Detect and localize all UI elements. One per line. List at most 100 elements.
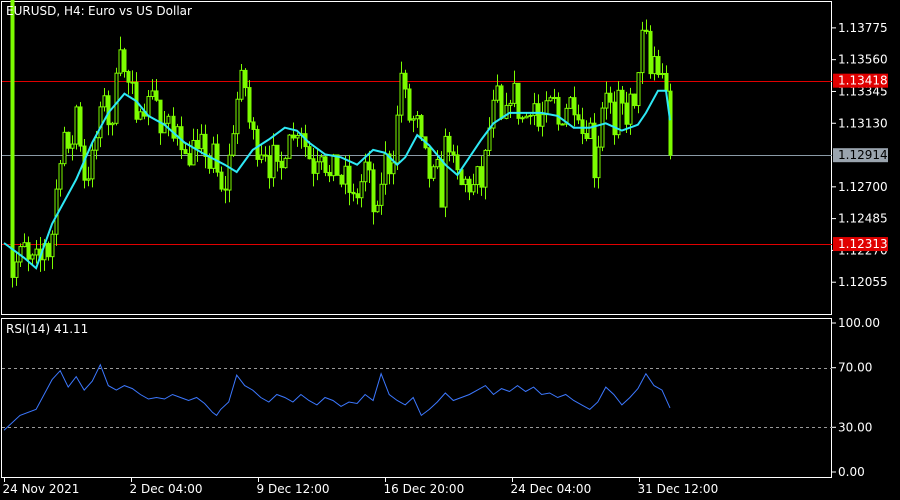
- candle-body: [199, 133, 204, 150]
- candle-body: [271, 144, 276, 179]
- support-price-label: 1.12313: [838, 237, 888, 251]
- candle-body: [307, 146, 312, 160]
- candle-body: [26, 242, 31, 260]
- candle-body: [548, 97, 553, 102]
- candle-body: [508, 102, 513, 106]
- candle-body: [191, 139, 196, 166]
- candle-body: [183, 149, 188, 155]
- candle-body: [383, 153, 388, 185]
- candle-body: [351, 191, 356, 195]
- candle-body: [251, 121, 256, 130]
- price-tick-label: 1.12055: [838, 275, 888, 289]
- candle-body: [467, 178, 472, 193]
- candle-body: [126, 71, 131, 83]
- candle-body: [520, 117, 525, 120]
- price-tick-label: 1.12485: [838, 212, 888, 226]
- candle-body: [556, 96, 561, 125]
- candle-body: [195, 139, 200, 150]
- candle-body: [395, 114, 400, 164]
- rsi-tick-label: 70.00: [838, 361, 872, 375]
- candle-body: [499, 85, 504, 119]
- candle-body: [544, 100, 549, 116]
- candle-body: [98, 106, 103, 139]
- candle-body: [275, 144, 280, 162]
- rsi-tick-label: 30.00: [838, 420, 872, 434]
- candle-body: [78, 106, 83, 147]
- candle-body: [624, 102, 629, 125]
- candle-body: [215, 143, 220, 173]
- candle-body: [415, 115, 420, 120]
- candle-body: [403, 72, 408, 90]
- candle-body: [628, 93, 633, 125]
- candle-body: [267, 155, 272, 179]
- candle-body: [347, 165, 352, 193]
- candle-body: [644, 29, 649, 32]
- candle-body: [431, 166, 436, 179]
- symbol-label: EURUSD, H4:: [6, 4, 85, 18]
- candle-body: [255, 128, 260, 160]
- candle-body: [10, 0, 15, 278]
- current-price-label: 1.12914: [838, 148, 888, 162]
- candle-body: [14, 261, 19, 278]
- candle-body: [540, 114, 545, 127]
- candle-body: [371, 169, 376, 213]
- candle-body: [58, 163, 63, 190]
- candle-body: [295, 134, 300, 139]
- candle-body: [259, 154, 264, 160]
- rsi-tick-label: 100.00: [838, 316, 880, 330]
- candle-body: [399, 72, 404, 116]
- candle-body: [339, 174, 344, 185]
- candle-body: [315, 161, 320, 174]
- candle-body: [528, 114, 533, 117]
- candle-body: [568, 97, 573, 109]
- candle-body: [355, 193, 360, 199]
- rsi-title: RSI(14) 41.11: [6, 322, 88, 336]
- candle-body: [640, 29, 645, 74]
- candle-body: [46, 243, 51, 258]
- candle-body: [74, 106, 79, 145]
- candle-body: [219, 171, 224, 190]
- candle-body: [359, 181, 364, 199]
- candle-body: [227, 154, 232, 191]
- candle-body: [588, 122, 593, 139]
- resistance-price-label: 1.13418: [838, 74, 888, 88]
- candle-body: [70, 143, 75, 149]
- candle-body: [34, 248, 39, 256]
- candle-body: [86, 178, 91, 181]
- candle-body: [279, 160, 284, 169]
- trading-chart[interactable]: EURUSD, H4: Euro vs US Dollar RSI(14) 41…: [0, 0, 900, 500]
- candle-body: [323, 156, 328, 173]
- time-tick-label: 2 Dec 04:00: [130, 482, 203, 496]
- candle-body: [62, 131, 67, 165]
- rsi-tick-label: 0.00: [838, 465, 865, 479]
- candle-body: [187, 153, 192, 166]
- candle-body: [90, 149, 95, 180]
- candle-body: [291, 134, 296, 139]
- candle-body: [247, 87, 252, 123]
- candle-body: [580, 119, 585, 135]
- time-tick-label: 24 Dec 04:00: [511, 482, 592, 496]
- candle-body: [130, 81, 135, 84]
- candle-body: [479, 166, 484, 188]
- candle-body: [463, 178, 468, 186]
- candle-body: [648, 30, 653, 75]
- candle-body: [235, 98, 240, 135]
- time-tick-label: 16 Dec 20:00: [384, 482, 465, 496]
- candle-body: [483, 149, 488, 188]
- candle-body: [223, 188, 228, 191]
- candle-body: [471, 184, 476, 193]
- candle-body: [154, 90, 159, 101]
- candle-body: [632, 93, 637, 107]
- time-tick-label: 31 Dec 12:00: [638, 482, 719, 496]
- candle-body: [118, 49, 123, 74]
- chart-background: [0, 0, 900, 500]
- candle-body: [363, 161, 368, 183]
- candle-body: [475, 166, 480, 186]
- candle-body: [407, 88, 412, 121]
- candle-body: [664, 72, 669, 92]
- candle-body: [263, 154, 268, 157]
- candle-body: [150, 90, 155, 98]
- candle-body: [495, 85, 500, 101]
- candle-body: [552, 96, 557, 99]
- candle-body: [656, 56, 661, 76]
